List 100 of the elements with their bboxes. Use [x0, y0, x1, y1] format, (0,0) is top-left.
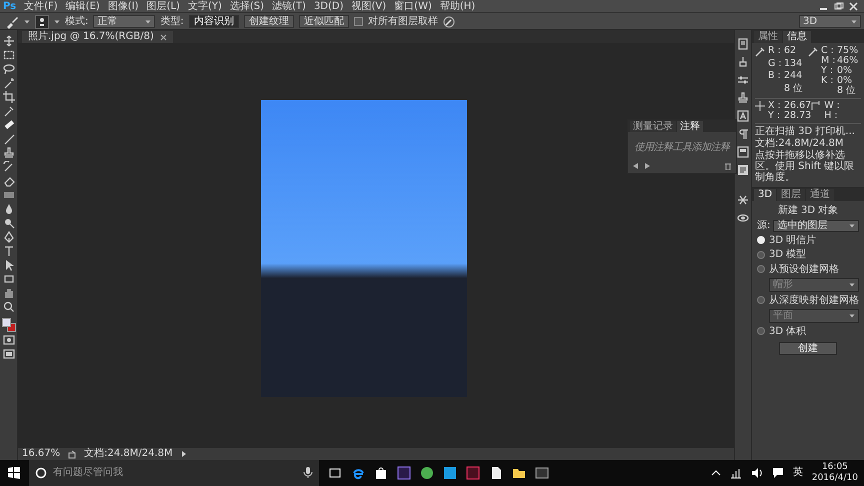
color-swatches[interactable] — [2, 318, 16, 332]
search-field[interactable]: 有问题尽管问我 — [29, 460, 319, 486]
windows-start-icon[interactable] — [8, 467, 20, 479]
pressure-pen-icon[interactable] — [442, 16, 455, 28]
input-language[interactable]: 英 — [792, 467, 803, 479]
bit-depth: 8 位 — [784, 84, 804, 96]
app-icon[interactable] — [466, 466, 480, 480]
next-icon[interactable] — [644, 162, 651, 170]
hand-tool-icon[interactable] — [2, 287, 14, 299]
create-button[interactable]: 创建 — [779, 342, 837, 355]
panel-tab[interactable]: 注释 — [677, 121, 703, 132]
app-icon[interactable] — [443, 466, 457, 480]
menu-item[interactable]: 编辑(E) — [66, 0, 100, 12]
layer-comps-icon[interactable] — [737, 146, 749, 158]
close-icon[interactable] — [847, 1, 860, 12]
character-icon[interactable] — [737, 110, 749, 122]
document-tab[interactable]: 照片.jpg @ 16.7%(RGB/8) — [22, 31, 173, 43]
source-dropdown[interactable]: 选中的图层 — [773, 220, 859, 232]
eyedropper-icon — [755, 46, 765, 57]
restore-icon[interactable] — [832, 1, 845, 12]
adjustments-icon[interactable] — [737, 74, 749, 86]
screen-mode-icon[interactable] — [2, 348, 14, 360]
info-value: 0% — [837, 66, 854, 76]
info-value: 62 — [784, 46, 798, 58]
eraser-tool-icon[interactable] — [2, 175, 14, 187]
quick-mask-icon[interactable] — [2, 334, 14, 346]
app-circle-icon[interactable] — [420, 466, 434, 480]
gradient-tool-icon[interactable] — [2, 189, 14, 201]
menu-item[interactable]: 图层(L) — [146, 0, 180, 12]
menu-item[interactable]: 选择(S) — [230, 0, 264, 12]
checkbox[interactable] — [354, 17, 363, 26]
microphone-icon[interactable] — [303, 467, 313, 479]
paragraph-icon[interactable] — [737, 128, 749, 140]
close-icon[interactable] — [160, 34, 167, 40]
dodge-tool-icon[interactable] — [2, 217, 14, 229]
message-icon[interactable] — [772, 467, 784, 479]
3d-icon[interactable] — [737, 212, 749, 224]
document-icon[interactable] — [489, 466, 503, 480]
workspace-dropdown[interactable]: 3D — [799, 15, 861, 28]
history-brush-tool-icon[interactable] — [2, 161, 14, 173]
menu-item[interactable]: 视图(V) — [352, 0, 386, 12]
panel-tab[interactable]: 属性 — [754, 31, 782, 43]
rectangle-tool-icon[interactable] — [2, 273, 14, 285]
move-tool-icon[interactable] — [2, 35, 14, 47]
speaker-icon[interactable] — [750, 467, 763, 479]
menu-item[interactable]: 滤镜(T) — [272, 0, 306, 12]
panel-tab[interactable]: 通道 — [806, 189, 834, 201]
menu-item[interactable]: 窗口(W) — [394, 0, 432, 12]
folder-icon[interactable] — [512, 466, 526, 480]
expand-arrow-icon[interactable] — [180, 450, 187, 458]
previous-icon[interactable] — [632, 162, 639, 170]
menu-item[interactable]: 文字(Y) — [188, 0, 222, 12]
mode-dropdown[interactable]: 正常 — [93, 15, 156, 28]
panel-tab[interactable]: 图层 — [777, 189, 806, 201]
type-option-button[interactable]: 近似匹配 — [298, 15, 349, 28]
menu-item[interactable]: 帮助(H) — [440, 0, 476, 12]
stamp-tool-icon[interactable] — [2, 147, 14, 159]
store-icon[interactable] — [374, 466, 388, 480]
browser-icon[interactable] — [351, 466, 365, 480]
type-option-button[interactable]: 创建纹理 — [244, 15, 294, 28]
caret-icon — [849, 313, 855, 318]
caret-icon — [54, 19, 60, 24]
wand-tool-icon[interactable] — [2, 77, 14, 89]
radio-button[interactable] — [757, 327, 765, 336]
marquee-tool-icon[interactable] — [2, 49, 14, 61]
panel-tab[interactable]: 测量记录 — [630, 121, 676, 132]
size-icon — [811, 101, 822, 111]
task-view-icon[interactable] — [328, 466, 342, 480]
crop-tool-icon[interactable] — [2, 91, 14, 103]
type-option-button[interactable]: 内容识别 — [188, 15, 239, 28]
zoom-tool-icon[interactable] — [2, 301, 14, 313]
brush-tool-icon[interactable] — [2, 133, 14, 145]
export-icon[interactable] — [68, 450, 76, 458]
menu-item[interactable]: 图像(I) — [108, 0, 139, 12]
panel-tab[interactable]: 信息 — [783, 31, 811, 43]
menu-item[interactable]: 3D(D) — [314, 0, 344, 12]
notes-icon[interactable] — [737, 164, 749, 176]
actions-icon[interactable] — [737, 56, 749, 68]
info-message: 文档:24.8M/24.8M — [755, 138, 845, 149]
radio-button[interactable] — [757, 296, 765, 304]
chevron-up-icon[interactable] — [710, 469, 721, 477]
menu-item[interactable]: 文件(F) — [24, 0, 58, 12]
tool-presets-icon[interactable] — [737, 194, 749, 206]
info-message: 正在扫描 3D 打印机... — [755, 126, 856, 137]
radio-label: 3D 体积 — [769, 326, 806, 337]
stamp-icon[interactable] — [737, 92, 749, 104]
brush-preset-icon[interactable] — [35, 14, 49, 28]
pen-tool-icon[interactable] — [2, 231, 14, 243]
history-icon[interactable] — [737, 38, 749, 50]
radio-button[interactable] — [757, 265, 765, 274]
brush-icon[interactable] — [5, 14, 19, 28]
info-value: 26.67 — [784, 101, 812, 111]
radio-button[interactable] — [757, 250, 765, 259]
panel-tab[interactable]: 3D — [754, 189, 776, 201]
app-icon[interactable] — [397, 466, 411, 480]
eyedropper-tool-icon[interactable] — [2, 105, 14, 117]
trash-icon[interactable] — [724, 162, 732, 170]
network-icon[interactable] — [730, 468, 742, 478]
type-tool-icon[interactable] — [2, 245, 14, 257]
lasso-tool-icon[interactable] — [2, 63, 14, 75]
